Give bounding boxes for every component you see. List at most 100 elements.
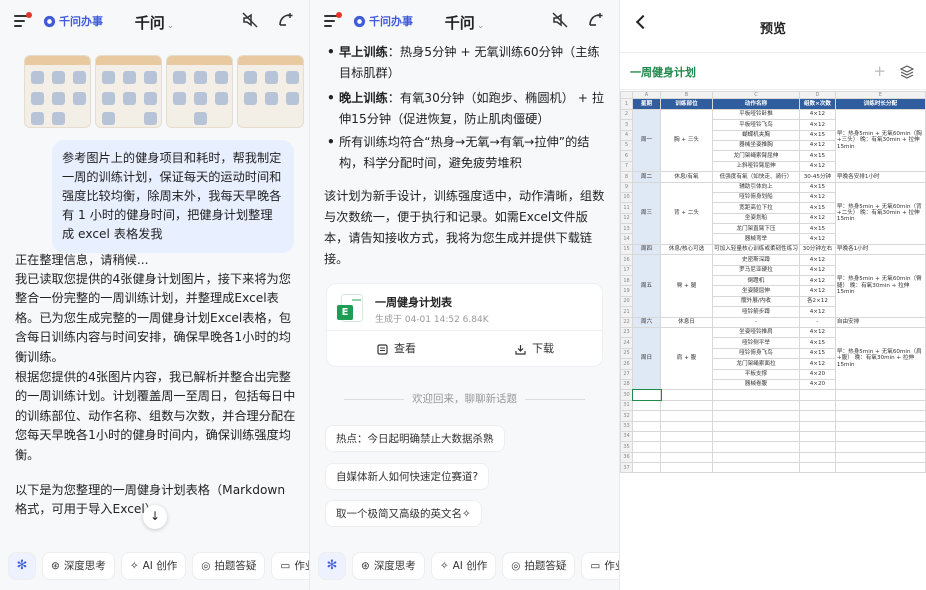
sets-reps-cell[interactable]: 4×15 — [798, 347, 836, 360]
empty-cell[interactable] — [798, 410, 836, 422]
empty-cell[interactable] — [798, 430, 836, 443]
exercise-cell[interactable]: 哑铃俯身飞鸟 — [712, 347, 800, 360]
sparkle-button[interactable]: ✻ — [8, 552, 36, 580]
exercise-cell[interactable]: 哑铃箭步蹲 — [712, 306, 800, 318]
sets-reps-cell[interactable]: - — [798, 316, 836, 329]
column-letter[interactable]: C — [712, 91, 800, 100]
exercise-cell[interactable]: 髋外展/内收 — [712, 295, 800, 308]
exercise-cell[interactable]: 平板支撑 — [712, 368, 800, 380]
workout-image-4[interactable] — [237, 55, 304, 128]
empty-cell[interactable] — [660, 462, 713, 474]
exercise-cell[interactable]: 器械坐姿推胸 — [712, 139, 800, 152]
exercise-cell[interactable]: 宽距高位下拉 — [712, 202, 800, 214]
workout-image-3[interactable] — [166, 55, 233, 128]
sets-reps-cell[interactable]: 30-45分钟 — [798, 171, 836, 183]
exercise-cell[interactable]: 史密斯深蹲 — [712, 254, 800, 266]
row-number[interactable]: 10 — [620, 191, 633, 204]
header-cell[interactable]: 训练时长分配 — [834, 98, 926, 110]
row-number[interactable]: 6 — [620, 150, 633, 162]
header-cell[interactable]: 星期 — [632, 98, 661, 110]
row-number[interactable]: 19 — [620, 285, 633, 297]
sets-reps-cell[interactable]: 4×12 — [798, 191, 836, 204]
empty-cell[interactable] — [798, 420, 836, 432]
workout-image-1[interactable] — [24, 55, 91, 128]
deep-think-chip[interactable]: ⊛ 深度思考 — [42, 552, 115, 580]
row-number[interactable]: 8 — [620, 171, 633, 183]
row-number[interactable]: 35 — [620, 441, 633, 453]
deep-think-chip[interactable]: ⊛ 深度思考 — [352, 552, 425, 580]
day-cell[interactable]: 周四 — [632, 243, 661, 256]
exercise-cell[interactable]: 低强度有氧（如快走、骑行） — [712, 171, 800, 183]
mute-icon[interactable] — [551, 11, 569, 29]
empty-cell[interactable] — [660, 441, 713, 453]
empty-cell[interactable] — [632, 462, 661, 474]
sets-reps-cell[interactable]: 4×15 — [798, 223, 836, 235]
day-cell[interactable]: 周三 — [632, 181, 661, 245]
column-letter[interactable]: D — [798, 91, 836, 100]
row-number[interactable]: 1 — [620, 98, 633, 110]
exercise-cell[interactable]: 坐姿划船 — [712, 212, 800, 225]
empty-cell[interactable] — [834, 420, 926, 432]
empty-cell[interactable] — [632, 410, 661, 422]
row-number[interactable]: 14 — [620, 233, 633, 245]
row-number[interactable]: 37 — [620, 462, 633, 474]
row-number[interactable]: 13 — [620, 223, 633, 235]
empty-cell[interactable] — [660, 410, 713, 422]
mute-icon[interactable] — [241, 11, 259, 29]
exercise-cell[interactable]: 哑铃俯身划船 — [712, 191, 800, 204]
body-part-cell[interactable]: 休息/核心可选 — [660, 243, 713, 256]
workout-image-2[interactable] — [95, 55, 162, 128]
empty-cell[interactable] — [834, 451, 926, 464]
day-cell[interactable]: 周五 — [632, 254, 661, 318]
sets-reps-cell[interactable]: 各2×12 — [798, 295, 836, 308]
row-number[interactable]: 17 — [620, 264, 633, 277]
sets-reps-cell[interactable]: 30分钟左右 — [798, 243, 836, 256]
row-number[interactable]: 16 — [620, 254, 633, 266]
row-number[interactable]: 5 — [620, 139, 633, 152]
sets-reps-cell[interactable]: 4×12 — [798, 160, 836, 173]
column-letter[interactable]: B — [660, 91, 713, 100]
empty-cell[interactable] — [798, 399, 836, 412]
empty-cell[interactable] — [632, 451, 661, 464]
empty-cell[interactable] — [631, 388, 662, 402]
row-number[interactable]: 12 — [620, 212, 633, 225]
photo-answer-chip[interactable]: ◎ 拍题答疑 — [502, 552, 576, 580]
exercise-cell[interactable]: 可加入轻量核心训练或柔韧性练习 — [712, 243, 800, 256]
sets-reps-cell[interactable]: 4×12 — [798, 285, 836, 297]
empty-cell[interactable] — [660, 399, 713, 412]
ai-create-chip[interactable]: ✧ AI 创作 — [120, 552, 187, 580]
view-button[interactable]: 查看 — [377, 338, 416, 360]
sets-reps-cell[interactable]: 4×12 — [798, 254, 836, 266]
suggestion-chip[interactable]: 热点：今日起明确禁止大数据杀熟 — [325, 425, 505, 452]
sets-reps-cell[interactable]: 4×12 — [798, 212, 836, 225]
row-number[interactable]: 4 — [620, 129, 633, 141]
exercise-cell[interactable]: 器械卷腹 — [712, 378, 800, 391]
exercise-cell[interactable]: 坐姿腿屈伸 — [712, 285, 800, 297]
ai-create-chip[interactable]: ✧ AI 创作 — [430, 552, 497, 580]
exercise-cell[interactable]: 上斜哑铃臂屈伸 — [712, 160, 800, 173]
sets-reps-cell[interactable]: 4×15 — [798, 129, 836, 141]
body-part-cell[interactable]: 休息日 — [660, 316, 713, 329]
sets-reps-cell[interactable]: 4×12 — [798, 119, 836, 131]
row-number[interactable]: 32 — [620, 410, 633, 422]
empty-cell[interactable] — [660, 430, 713, 443]
exercise-cell[interactable]: 平板哑铃飞鸟 — [712, 119, 800, 131]
empty-cell[interactable] — [660, 451, 713, 464]
empty-cell[interactable] — [712, 420, 800, 432]
sparkle-button[interactable]: ✻ — [318, 552, 346, 580]
day-cell[interactable]: 周二 — [632, 171, 661, 183]
exercise-cell[interactable]: - — [712, 316, 800, 329]
exercise-cell[interactable]: 龙门架直臂下压 — [712, 223, 800, 235]
body-part-cell[interactable]: 臀 + 腿 — [660, 254, 713, 318]
row-number[interactable]: 9 — [620, 181, 633, 193]
new-chat-icon[interactable] — [587, 11, 605, 29]
chevron-down-icon[interactable]: ⌄ — [477, 21, 485, 31]
row-number[interactable]: 22 — [620, 316, 633, 329]
row-number[interactable]: 24 — [620, 337, 633, 349]
row-number[interactable]: 23 — [620, 326, 633, 339]
sheet-name[interactable]: 一周健身计划 — [630, 64, 696, 80]
time-allocation-cell[interactable]: 早：热身5min + 无氧60min（背+二头） 晚：有氧30min + 拉伸1… — [834, 181, 926, 245]
exercise-cell[interactable]: 哑铃侧平举 — [712, 337, 800, 349]
exercise-cell[interactable]: 辅助引体向上 — [712, 181, 800, 193]
exercise-cell[interactable]: 龙门架绳索面拉 — [712, 358, 800, 370]
